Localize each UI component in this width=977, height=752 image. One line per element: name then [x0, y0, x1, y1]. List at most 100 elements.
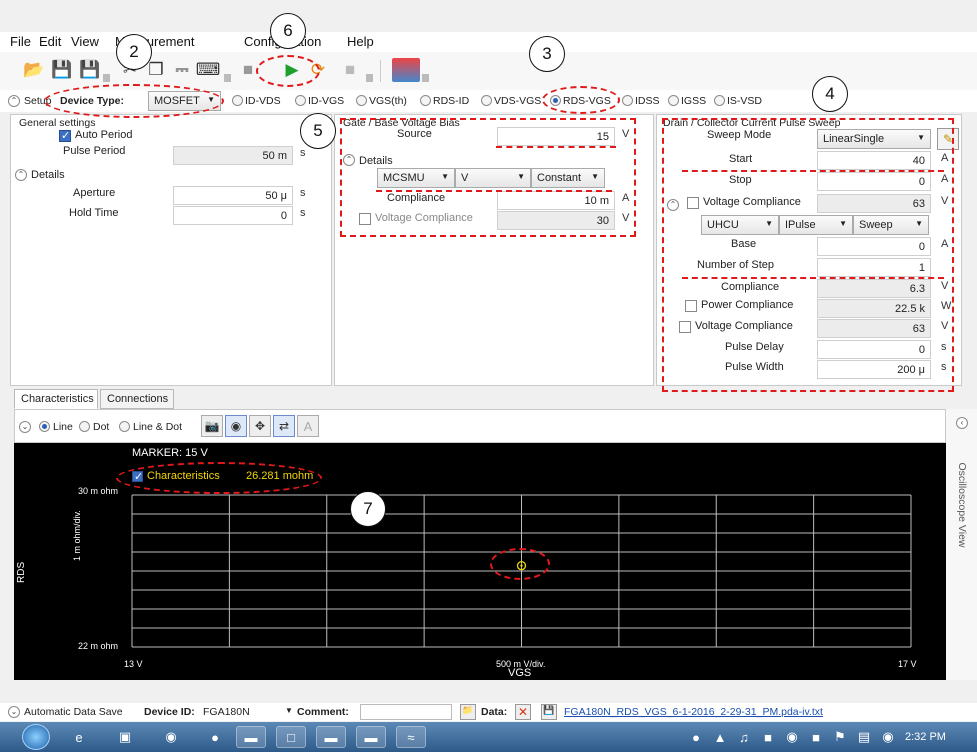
chevron-down-icon[interactable]: ⌄: [19, 421, 31, 433]
y-div-label: 1 m ohm/div.: [72, 510, 82, 561]
volume-icon[interactable]: ♫: [734, 726, 754, 748]
curve-app-icon[interactable]: ≈: [396, 726, 426, 748]
auto-save-label: Automatic Data Save: [24, 706, 123, 718]
dot-radio[interactable]: [79, 421, 90, 432]
pan-icon[interactable]: ✥: [249, 415, 271, 437]
chrome-icon[interactable]: ●: [200, 726, 230, 748]
annotation-gate-box: [340, 118, 636, 237]
mode-radio-rds-id[interactable]: [420, 95, 431, 106]
menu-help[interactable]: Help: [347, 34, 374, 49]
window-app-icon[interactable]: ▬: [236, 726, 266, 748]
start-icon[interactable]: [22, 724, 50, 750]
graph-dropdown-icon[interactable]: [422, 74, 429, 82]
folder-icon[interactable]: 📁: [460, 704, 476, 720]
hold-time-field[interactable]: 0: [173, 206, 293, 225]
device-id-value[interactable]: FGA180N: [203, 706, 250, 718]
panel-title: General settings: [19, 117, 96, 129]
line-dot-radio[interactable]: [119, 421, 130, 432]
annotation-run: [256, 55, 320, 87]
keyboard-icon[interactable]: ⌨: [196, 58, 221, 82]
annotation-underline: [682, 170, 944, 172]
save-dropdown-icon[interactable]: [103, 74, 110, 82]
annotation-underline: [682, 277, 944, 279]
oscilloscope-view-label[interactable]: Oscilloscope View: [956, 451, 968, 559]
annotation-number-3: 3: [529, 36, 565, 72]
close-icon[interactable]: ✕: [515, 704, 531, 720]
x-right-label: 17 V: [898, 659, 917, 669]
aperture-label: Aperture: [73, 187, 116, 199]
annotation-number-6: 6: [270, 13, 306, 49]
annotation-mode: [542, 86, 620, 114]
annotation-number-2: 2: [116, 34, 152, 70]
browser-icon[interactable]: e: [64, 726, 94, 748]
abort-icon[interactable]: ■: [338, 58, 362, 82]
details-label: Details: [31, 169, 65, 181]
media-icon[interactable]: ◉: [156, 726, 186, 748]
pulse-period-label: Pulse Period: [63, 145, 126, 157]
menu-view[interactable]: View: [71, 34, 99, 49]
mode-radio-id-vds[interactable]: [232, 95, 243, 106]
pulse-period-field[interactable]: 50 m: [173, 146, 293, 165]
dot-label: Dot: [93, 421, 110, 433]
chevron-down-icon[interactable]: ⌄: [8, 706, 20, 718]
taskbar: e ▣ ◉ ● ▬ □ ▬ ▬ ≈ ● ▲ ♫ ■ ◉ ■ ⚑ ▤ ◉ 2:32…: [0, 722, 977, 752]
mode-radio-is-vsd[interactable]: [714, 95, 725, 106]
auto-period-label: Auto Period: [75, 129, 133, 141]
mode-radio-vds-vgs[interactable]: [481, 95, 492, 106]
edit-dropdown-icon[interactable]: [224, 74, 231, 82]
annotation-underline: [496, 146, 616, 148]
y-top-label: 30 m ohm: [78, 486, 119, 496]
tray-icon[interactable]: ■: [806, 726, 826, 748]
marker-readout: MARKER: 15 V: [132, 447, 208, 459]
chevron-down-icon[interactable]: ▼: [285, 706, 293, 715]
comment-input[interactable]: [360, 704, 452, 720]
graph-app-icon[interactable]: ▬: [356, 726, 386, 748]
x-left-label: 13 V: [124, 659, 143, 669]
network-icon[interactable]: ▤: [854, 726, 874, 748]
save-icon[interactable]: 💾: [541, 704, 557, 720]
run-dropdown-icon[interactable]: [366, 74, 373, 82]
flag-icon[interactable]: ⚑: [830, 726, 850, 748]
document-icon[interactable]: □: [276, 726, 306, 748]
menu-file[interactable]: File: [10, 34, 31, 49]
open-icon[interactable]: 📂: [22, 58, 46, 82]
paste-icon[interactable]: ⎓: [170, 58, 194, 82]
graph-icon[interactable]: [392, 58, 420, 82]
x-axis-label: VGS: [508, 667, 532, 679]
mode-radio-idss[interactable]: [622, 95, 633, 106]
tray-icon[interactable]: ■: [758, 726, 778, 748]
camera-icon[interactable]: 📷: [201, 415, 223, 437]
annotation-number-7: 7: [350, 491, 386, 527]
mode-radio-vgs-th[interactable]: [356, 95, 367, 106]
text-icon[interactable]: A: [297, 415, 319, 437]
tray-icon[interactable]: ●: [686, 726, 706, 748]
tab-connections[interactable]: Connections: [100, 389, 174, 409]
marker-icon[interactable]: ◉: [225, 415, 247, 437]
tab-characteristics[interactable]: Characteristics: [14, 389, 98, 409]
tray-icon[interactable]: ◉: [782, 726, 802, 748]
mode-radio-igss[interactable]: [668, 95, 679, 106]
general-settings-panel: General settings Auto Period Pulse Perio…: [10, 114, 332, 386]
menu-edit[interactable]: Edit: [39, 34, 61, 49]
annotation-underline: [376, 190, 612, 192]
chart-app-icon[interactable]: ▬: [316, 726, 346, 748]
annotation-number-5: 5: [300, 113, 336, 149]
save-icon[interactable]: 💾: [50, 58, 74, 82]
data-file-link[interactable]: FGA180N_RDS_VGS_6-1-2016_2-29-31_PM.pda-…: [564, 706, 823, 718]
chevron-up-icon[interactable]: ⌃: [15, 169, 27, 181]
mode-radio-id-vgs[interactable]: [295, 95, 306, 106]
chevron-up-icon[interactable]: ⌃: [8, 95, 20, 107]
pulse-period-unit: s: [300, 147, 306, 159]
mode-label-vds-vgs: VDS-VGS: [494, 95, 542, 107]
app-icon[interactable]: ▣: [110, 726, 140, 748]
fit-icon[interactable]: ⇄: [273, 415, 295, 437]
chevron-left-icon[interactable]: ‹: [956, 417, 968, 429]
tray-icon[interactable]: ◉: [878, 726, 898, 748]
save-as-icon[interactable]: 💾: [78, 58, 102, 82]
tray-icon[interactable]: ▲: [710, 726, 730, 748]
status-row: ⌄ Automatic Data Save Device ID: FGA180N…: [0, 703, 977, 721]
aperture-field[interactable]: 50 μ: [173, 186, 293, 205]
comment-label: Comment:: [297, 706, 349, 718]
line-radio[interactable]: [39, 421, 50, 432]
auto-period-checkbox[interactable]: [59, 129, 71, 142]
